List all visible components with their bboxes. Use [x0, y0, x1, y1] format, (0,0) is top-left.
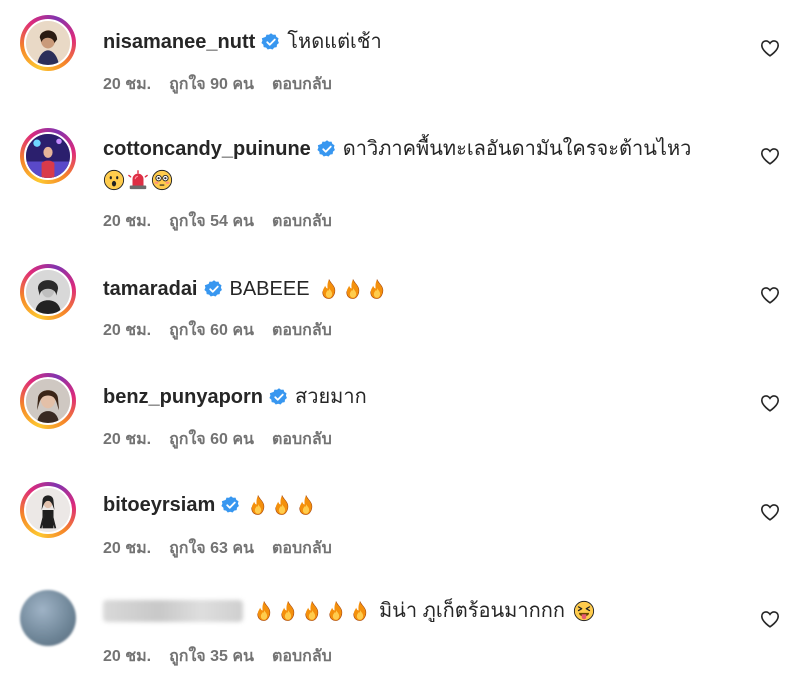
avatar[interactable] — [20, 373, 76, 429]
comment-username[interactable]: bitoeyrsiam — [103, 492, 215, 518]
avatar[interactable] — [20, 590, 76, 646]
comment-likes[interactable]: ถูกใจ 60 คน — [169, 318, 254, 343]
fire-icon — [271, 494, 293, 516]
heart-icon[interactable] — [760, 39, 780, 57]
verified-badge-icon — [221, 495, 241, 515]
comment-time: 20 ชม. — [103, 213, 152, 230]
avatar[interactable] — [20, 482, 76, 538]
verified-badge-icon — [269, 387, 289, 407]
avatar[interactable] — [20, 264, 76, 320]
verified-badge-icon — [317, 139, 337, 159]
fire-icon — [366, 278, 388, 300]
comment-text: BABEEE — [229, 278, 310, 300]
comment-time: 20 ชม. — [103, 431, 152, 448]
comment-emoji-line — [103, 166, 175, 192]
reply-button[interactable]: ตอบกลับ — [272, 318, 332, 343]
avatar[interactable] — [20, 15, 76, 71]
comment-time: 20 ชม. — [103, 76, 152, 93]
comment-time: 20 ชม. — [103, 322, 152, 339]
comment-likes[interactable]: ถูกใจ 90 คน — [169, 72, 254, 97]
fire-icon — [301, 600, 323, 622]
comment-likes[interactable]: ถูกใจ 54 คน — [169, 209, 254, 234]
heart-icon[interactable] — [760, 610, 780, 628]
fire-icon — [247, 494, 269, 516]
comment-likes[interactable]: ถูกใจ 63 คน — [169, 536, 254, 561]
comment-text: สวยมาก — [295, 386, 367, 408]
comment-time: 20 ชม. — [103, 540, 152, 557]
comment-likes[interactable]: ถูกใจ 60 คน — [169, 427, 254, 452]
comment-time: 20 ชม. — [103, 648, 152, 665]
heart-icon[interactable] — [760, 503, 780, 521]
comment-username[interactable]: cottoncandy_puinune — [103, 136, 311, 162]
heart-icon[interactable] — [760, 286, 780, 304]
fire-icon — [253, 600, 275, 622]
verified-badge-icon — [261, 32, 281, 52]
fire-icon — [342, 278, 364, 300]
fire-icon — [295, 494, 317, 516]
fire-icon — [277, 600, 299, 622]
reply-button[interactable]: ตอบกลับ — [272, 72, 332, 97]
verified-badge-icon — [204, 279, 224, 299]
heart-icon[interactable] — [760, 147, 780, 165]
squinting-tongue-face-icon — [573, 600, 595, 622]
comment-username[interactable]: tamaradai — [103, 276, 198, 302]
fire-icon — [325, 600, 347, 622]
reply-button[interactable]: ตอบกลับ — [272, 427, 332, 452]
avatar[interactable] — [20, 128, 76, 184]
comment-likes[interactable]: ถูกใจ 35 คน — [169, 644, 254, 669]
reply-button[interactable]: ตอบกลับ — [272, 536, 332, 561]
comment-username[interactable]: nisamanee_nutt — [103, 29, 255, 55]
face-open-mouth-icon — [103, 169, 125, 191]
comment-text: โหดแต่เช้า — [287, 31, 382, 53]
blurred-username[interactable] — [103, 600, 243, 622]
police-light-icon — [127, 169, 149, 191]
comment-username[interactable]: benz_punyaporn — [103, 384, 263, 410]
comment-text: ดาวิภาคพื้นทะเลอันดามันใครจะต้านไหว — [342, 138, 692, 160]
reply-button[interactable]: ตอบกลับ — [272, 644, 332, 669]
fire-icon — [318, 278, 340, 300]
fire-icon — [349, 600, 371, 622]
heart-icon[interactable] — [760, 394, 780, 412]
comment-text: มิน่า ภูเก็ตร้อนมากกก — [379, 600, 565, 622]
reply-button[interactable]: ตอบกลับ — [272, 209, 332, 234]
flushed-face-icon — [151, 169, 173, 191]
